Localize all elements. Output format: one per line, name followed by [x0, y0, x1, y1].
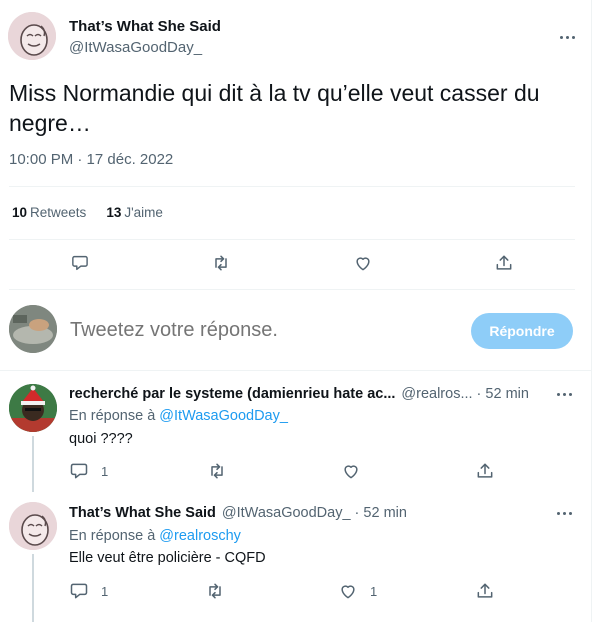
retweets-count: 10: [12, 205, 28, 220]
replying-to-prefix: En réponse à: [69, 528, 160, 544]
more-icon[interactable]: [556, 26, 578, 48]
reply-author-avatar[interactable]: [9, 502, 57, 550]
share-icon[interactable]: [494, 252, 514, 274]
divider: [9, 289, 575, 290]
reply-icon[interactable]: 1: [69, 460, 108, 482]
replying-to-link[interactable]: @realroschy: [159, 528, 241, 544]
reply-author-handle[interactable]: @ItWasaGoodDay_ · 52 min: [222, 505, 407, 521]
reply-header: That’s What She Said @ItWasaGoodDay_ · 5…: [69, 505, 407, 521]
likes-label: J'aime: [124, 205, 163, 220]
reply-author-name[interactable]: recherché par le systeme (damienrieu hat…: [69, 386, 395, 402]
likes-stat[interactable]: 13 J'aime: [106, 205, 163, 220]
divider: [9, 239, 575, 240]
like-count: 1: [370, 583, 378, 599]
share-icon[interactable]: [475, 460, 495, 482]
retweets-label: Retweets: [30, 205, 87, 220]
reply-tweet[interactable]: That’s What She Said @ItWasaGoodDay_ · 5…: [0, 492, 590, 622]
current-user-avatar[interactable]: [9, 305, 57, 353]
replying-to-prefix: En réponse à: [69, 408, 160, 424]
reply-author-avatar[interactable]: [9, 384, 57, 432]
replying-to-link[interactable]: @ItWasaGoodDay_: [159, 408, 288, 424]
replying-to: En réponse à @realroschy: [69, 528, 241, 544]
author-name[interactable]: That’s What She Said: [69, 18, 221, 35]
reply-count: 1: [101, 583, 109, 599]
reply-author-name[interactable]: That’s What She Said: [69, 505, 216, 521]
likes-count: 13: [106, 205, 122, 220]
reply-header: recherché par le systeme (damienrieu hat…: [69, 386, 529, 402]
divider: [9, 186, 575, 187]
retweets-stat[interactable]: 10 Retweets: [12, 205, 86, 220]
share-icon[interactable]: [475, 580, 495, 602]
tweet-stats: 10 Retweets 13 J'aime: [12, 205, 183, 220]
retweet-icon[interactable]: [205, 580, 225, 602]
reply-input[interactable]: [70, 319, 450, 342]
reply-count: 1: [101, 463, 109, 479]
reply-icon[interactable]: [70, 252, 90, 274]
timeline-border: [591, 0, 592, 622]
reply-button[interactable]: Répondre: [471, 313, 573, 349]
like-icon[interactable]: 1: [338, 580, 377, 602]
reply-text: quoi ????: [69, 431, 133, 447]
reply-actions: 1: [0, 460, 590, 484]
reply-text: Elle veut être policière - CQFD: [69, 550, 266, 566]
main-tweet-header: That’s What She Said @ItWasaGoodDay_: [8, 12, 584, 64]
tweet-timestamp[interactable]: 10:00 PM · 17 déc. 2022: [9, 151, 173, 168]
author-handle[interactable]: @ItWasaGoodDay_: [69, 39, 202, 56]
retweet-icon[interactable]: [207, 460, 227, 482]
more-icon[interactable]: [553, 502, 575, 524]
like-icon[interactable]: [341, 460, 361, 482]
like-icon[interactable]: [353, 252, 373, 274]
reply-author-handle[interactable]: @realros... · 52 min: [401, 386, 529, 402]
retweet-icon[interactable]: [211, 252, 231, 274]
author-avatar[interactable]: [8, 12, 56, 60]
reply-icon[interactable]: 1: [69, 580, 108, 602]
tweet-text: Miss Normandie qui dit à la tv qu’elle v…: [9, 80, 540, 136]
replying-to: En réponse à @ItWasaGoodDay_: [69, 408, 288, 424]
reply-actions: 1 1: [0, 580, 590, 604]
reply-tweet[interactable]: recherché par le systeme (damienrieu hat…: [0, 370, 590, 492]
more-icon[interactable]: [553, 383, 575, 405]
main-tweet-actions: [0, 252, 590, 276]
